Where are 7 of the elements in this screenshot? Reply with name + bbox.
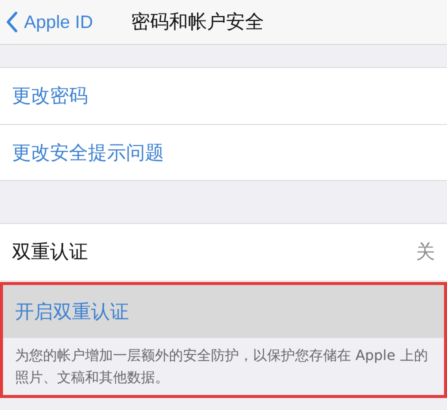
row-value: 关 [416,240,435,265]
enable-button[interactable]: 开启双重认证 [0,282,447,338]
back-chevron-icon [6,11,18,33]
back-button[interactable]: Apple ID [0,11,94,33]
page-title: 密码和帐户安全 [131,10,264,35]
row-label: 双重认证 [12,240,88,265]
footer-text: 为您的帐户增加一层额外的安全防护，以保护您存储在 Apple 上的照片、文稿和其他数据。 [0,338,447,398]
